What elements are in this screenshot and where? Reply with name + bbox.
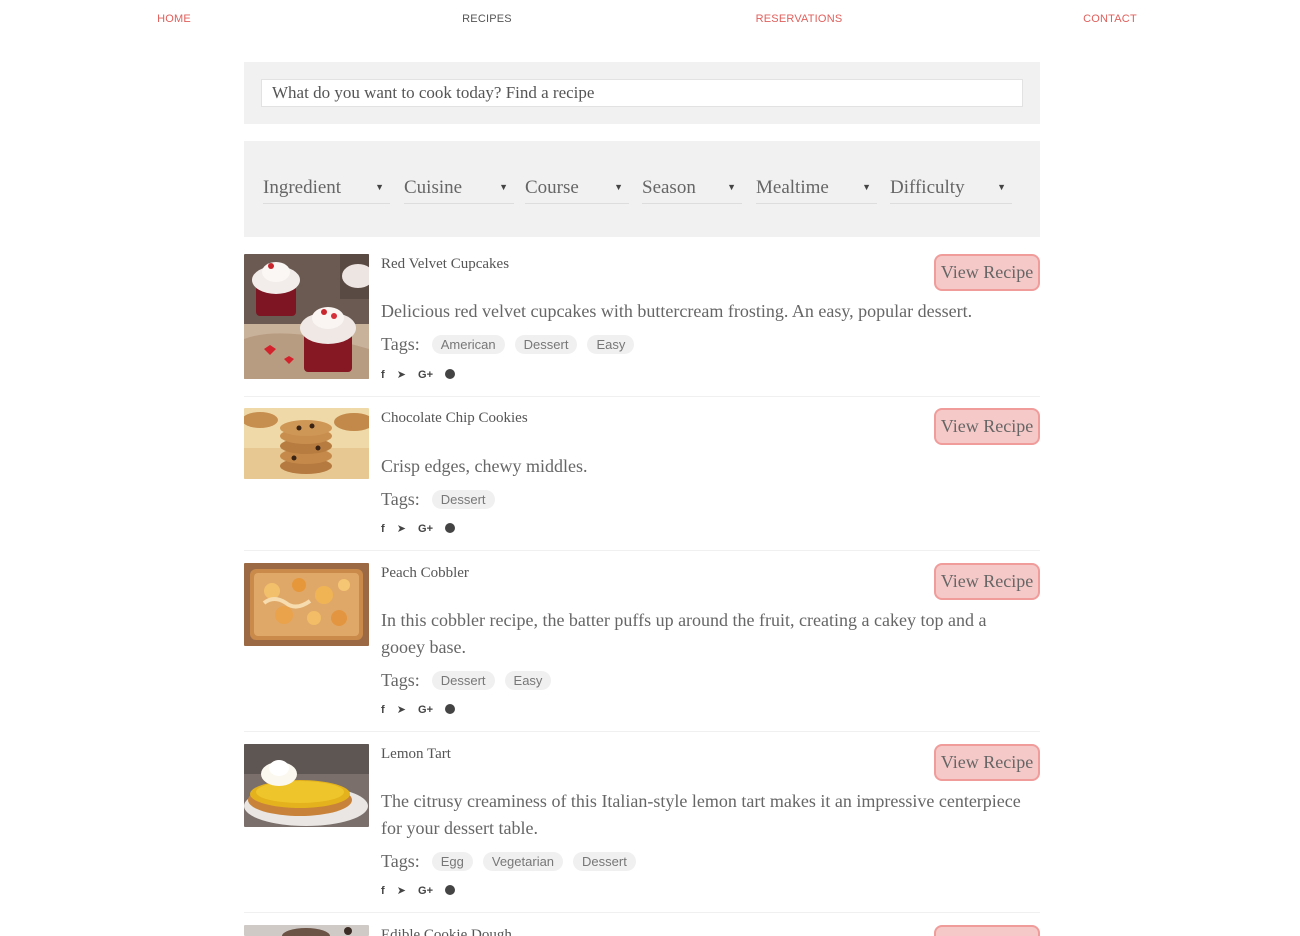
filter-course-label: Course bbox=[525, 177, 579, 198]
filter-ingredient-select[interactable]: Ingredient ▼ bbox=[263, 174, 390, 204]
tags-label: Tags: bbox=[381, 851, 420, 871]
recipe-description: The citrusy creaminess of this Italian-s… bbox=[381, 791, 1021, 838]
recipe-image-chocolate-chip-cookies[interactable] bbox=[244, 408, 369, 479]
search-panel bbox=[244, 62, 1040, 124]
tags-label: Tags: bbox=[381, 334, 420, 354]
tag-chip[interactable]: Dessert bbox=[431, 490, 495, 509]
recipe-image-lemon-tart[interactable] bbox=[244, 744, 369, 827]
tag-chip[interactable]: Easy bbox=[504, 671, 552, 690]
caret-down-icon: ▼ bbox=[997, 182, 1006, 192]
caret-down-icon: ▼ bbox=[614, 182, 623, 192]
view-recipe-button[interactable]: View Recipe bbox=[934, 408, 1040, 445]
google-plus-icon[interactable]: G+ bbox=[418, 885, 433, 897]
filter-season-label: Season bbox=[642, 177, 696, 198]
recipe-title[interactable]: Chocolate Chip Cookies bbox=[381, 410, 528, 427]
filter-mealtime-select[interactable]: Mealtime ▼ bbox=[756, 174, 877, 204]
tag-chip[interactable]: American bbox=[431, 335, 505, 354]
recipe-card: Red Velvet Cupcakes View Recipe Deliciou… bbox=[244, 254, 1040, 397]
filter-cuisine-label: Cuisine bbox=[404, 177, 463, 198]
tag-chip[interactable]: Egg bbox=[431, 852, 473, 871]
google-plus-icon[interactable]: G+ bbox=[418, 369, 433, 381]
twitter-icon[interactable]: ➤ bbox=[397, 522, 406, 535]
recipe-card: Edible Cookie Dough View Recipe bbox=[244, 925, 1040, 936]
nav-reservations-link[interactable]: RESERVATIONS bbox=[756, 13, 843, 25]
nav-home-link[interactable]: HOME bbox=[157, 13, 191, 25]
tag-chip[interactable]: Vegetarian bbox=[482, 852, 564, 871]
filter-course-select[interactable]: Course ▼ bbox=[525, 174, 629, 204]
tags-label: Tags: bbox=[381, 670, 420, 690]
recipe-image-red-velvet-cupcakes[interactable] bbox=[244, 254, 369, 379]
recipe-title[interactable]: Peach Cobbler bbox=[381, 565, 469, 582]
filter-difficulty-label: Difficulty bbox=[890, 177, 965, 198]
tag-chip[interactable]: Dessert bbox=[573, 852, 636, 871]
recipe-card: Peach Cobbler View Recipe In this cobble… bbox=[244, 563, 1040, 732]
twitter-icon[interactable]: ➤ bbox=[397, 368, 406, 381]
facebook-icon[interactable]: f bbox=[381, 369, 385, 381]
google-plus-icon[interactable]: G+ bbox=[418, 704, 433, 716]
top-nav: HOME RECIPES RESERVATIONS CONTACT bbox=[0, 13, 1300, 31]
recipe-image-peach-cobbler[interactable] bbox=[244, 563, 369, 646]
twitter-icon[interactable]: ➤ bbox=[397, 884, 406, 897]
filter-cuisine-select[interactable]: Cuisine ▼ bbox=[404, 174, 514, 204]
tags-label: Tags: bbox=[381, 489, 420, 509]
filter-panel: Ingredient ▼ Cuisine ▼ Course ▼ Season ▼… bbox=[244, 141, 1040, 237]
tag-chip[interactable]: Dessert bbox=[514, 335, 578, 354]
view-recipe-button[interactable]: View Recipe bbox=[934, 563, 1040, 600]
google-plus-icon[interactable]: G+ bbox=[418, 523, 433, 535]
view-recipe-button[interactable]: View Recipe bbox=[934, 254, 1040, 291]
recipe-title[interactable]: Red Velvet Cupcakes bbox=[381, 256, 509, 273]
search-input[interactable] bbox=[261, 79, 1023, 107]
recipe-tags: Tags: Egg Vegetarian Dessert bbox=[381, 851, 642, 873]
tag-chip[interactable]: Dessert bbox=[431, 671, 495, 690]
recipe-card: Chocolate Chip Cookies View Recipe Crisp… bbox=[244, 408, 1040, 551]
social-share-links: f ➤ G+ bbox=[381, 368, 464, 382]
caret-down-icon: ▼ bbox=[499, 182, 508, 192]
nav-contact-link[interactable]: CONTACT bbox=[1083, 13, 1137, 25]
recipe-description: In this cobbler recipe, the batter puffs… bbox=[381, 610, 987, 657]
pinterest-icon[interactable] bbox=[445, 523, 456, 533]
recipe-title[interactable]: Lemon Tart bbox=[381, 746, 451, 763]
recipe-card: Lemon Tart View Recipe The citrusy cream… bbox=[244, 744, 1040, 913]
recipe-title[interactable]: Edible Cookie Dough bbox=[381, 927, 512, 936]
filter-ingredient-label: Ingredient bbox=[263, 177, 342, 198]
social-share-links: f ➤ G+ bbox=[381, 703, 464, 717]
recipe-tags: Tags: American Dessert Easy bbox=[381, 334, 640, 356]
filter-season-select[interactable]: Season ▼ bbox=[642, 174, 742, 204]
facebook-icon[interactable]: f bbox=[381, 885, 385, 897]
recipe-tags: Tags: Dessert bbox=[381, 489, 501, 511]
pinterest-icon[interactable] bbox=[445, 885, 456, 895]
recipe-description: Crisp edges, chewy middles. bbox=[381, 456, 588, 476]
caret-down-icon: ▼ bbox=[727, 182, 736, 192]
recipe-tags: Tags: Dessert Easy bbox=[381, 670, 557, 692]
caret-down-icon: ▼ bbox=[862, 182, 871, 192]
pinterest-icon[interactable] bbox=[445, 704, 456, 714]
recipe-image-cookie-dough[interactable] bbox=[244, 925, 369, 936]
nav-recipes-link[interactable]: RECIPES bbox=[462, 13, 512, 25]
filter-difficulty-select[interactable]: Difficulty ▼ bbox=[890, 174, 1012, 204]
social-share-links: f ➤ G+ bbox=[381, 522, 464, 536]
recipe-description: Delicious red velvet cupcakes with butte… bbox=[381, 301, 973, 321]
facebook-icon[interactable]: f bbox=[381, 523, 385, 535]
tag-chip[interactable]: Easy bbox=[587, 335, 635, 354]
caret-down-icon: ▼ bbox=[375, 182, 384, 192]
filter-mealtime-label: Mealtime bbox=[756, 177, 829, 198]
view-recipe-button[interactable]: View Recipe bbox=[934, 744, 1040, 781]
twitter-icon[interactable]: ➤ bbox=[397, 703, 406, 716]
social-share-links: f ➤ G+ bbox=[381, 884, 464, 898]
view-recipe-button[interactable]: View Recipe bbox=[934, 925, 1040, 936]
pinterest-icon[interactable] bbox=[445, 369, 456, 379]
facebook-icon[interactable]: f bbox=[381, 704, 385, 716]
